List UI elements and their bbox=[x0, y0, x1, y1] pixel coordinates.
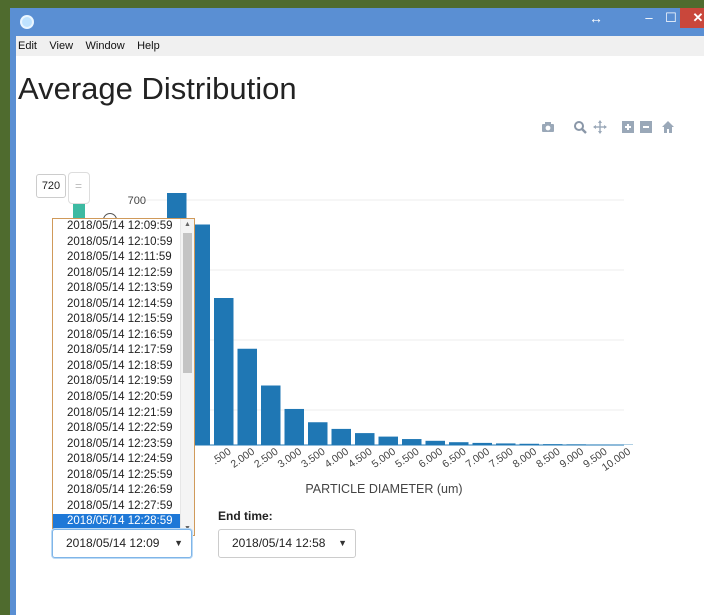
time-option[interactable]: 2018/05/14 12:12:59 bbox=[53, 266, 180, 282]
zoom-icon[interactable] bbox=[573, 120, 587, 134]
bar[interactable] bbox=[237, 348, 258, 445]
x-tick-label: 7.500 bbox=[487, 446, 516, 471]
x-tick-label: 9.000 bbox=[558, 446, 587, 471]
x-tick-label: 2.500 bbox=[252, 446, 281, 471]
bar[interactable] bbox=[355, 433, 375, 445]
zoom-in-icon[interactable] bbox=[621, 120, 635, 134]
time-option[interactable]: 2018/05/14 12:17:59 bbox=[53, 343, 180, 359]
x-tick-label: 4.500 bbox=[346, 446, 375, 471]
x-tick-label: 8.000 bbox=[511, 446, 540, 471]
time-option[interactable]: 2018/05/14 12:23:59 bbox=[53, 437, 180, 453]
time-option[interactable]: 2018/05/14 12:21:59 bbox=[53, 406, 180, 422]
bar[interactable] bbox=[378, 436, 399, 445]
bar[interactable] bbox=[402, 439, 422, 445]
time-option[interactable]: 2018/05/14 12:15:59 bbox=[53, 312, 180, 328]
slider-handle[interactable] bbox=[68, 172, 90, 204]
x-tick-label: 5.500 bbox=[393, 446, 422, 471]
bar[interactable] bbox=[284, 408, 305, 445]
close-button[interactable]: ✕ bbox=[680, 8, 704, 28]
time-option[interactable]: 2018/05/14 12:18:59 bbox=[53, 359, 180, 375]
end-time-select[interactable]: 2018/05/14 12:58 ▼ bbox=[218, 529, 356, 558]
time-options: 2018/05/14 12:09:59 2018/05/14 12:10:59 20… bbox=[53, 219, 180, 530]
end-time-value: 2018/05/14 12:58 bbox=[232, 536, 326, 550]
scroll-thumb[interactable] bbox=[183, 233, 192, 373]
x-tick-label: 5.000 bbox=[370, 446, 399, 471]
time-option[interactable]: 2018/05/14 12:22:59 bbox=[53, 421, 180, 437]
menu-edit[interactable]: Edit bbox=[16, 37, 41, 52]
x-tick-label: 6.000 bbox=[417, 446, 446, 471]
time-option[interactable]: 2018/05/14 12:20:59 bbox=[53, 390, 180, 406]
scroll-up-icon[interactable]: ▲ bbox=[184, 221, 191, 228]
y-tick-label: 700 bbox=[128, 195, 146, 207]
time-option[interactable]: 2018/05/14 12:27:59 bbox=[53, 499, 180, 515]
app-window: ↔ – ☐ ✕ Edit View Window Help Average Di… bbox=[10, 8, 704, 615]
time-option[interactable]: 2018/05/14 12:14:59 bbox=[53, 297, 180, 313]
x-tick-label: 7.000 bbox=[464, 446, 493, 471]
pan-icon[interactable] bbox=[593, 120, 607, 134]
chart-modebar bbox=[541, 120, 691, 136]
bar[interactable] bbox=[261, 385, 281, 446]
menu-window[interactable]: Window bbox=[82, 37, 129, 52]
time-option[interactable]: 2018/05/14 12:16:59 bbox=[53, 328, 180, 344]
start-time-value: 2018/05/14 12:09 bbox=[66, 536, 160, 550]
page-title: Average Distribution bbox=[18, 71, 297, 106]
bar[interactable] bbox=[425, 440, 446, 445]
end-time-label: End time: bbox=[218, 509, 273, 523]
x-tick-label: 2.000 bbox=[229, 446, 258, 471]
menu-help[interactable]: Help bbox=[133, 37, 164, 52]
time-option[interactable]: 2018/05/14 12:24:59 bbox=[53, 452, 180, 468]
x-tick-label: 3.000 bbox=[276, 446, 305, 471]
x-tick-label: 4.000 bbox=[323, 446, 352, 471]
menu-view[interactable]: View bbox=[45, 37, 77, 52]
interval-value-box[interactable]: 720 bbox=[36, 174, 66, 198]
x-tick-label: 6.500 bbox=[440, 446, 469, 471]
list-scrollbar[interactable]: ▲ ▼ bbox=[180, 219, 194, 535]
home-icon[interactable] bbox=[661, 120, 675, 134]
time-option[interactable]: 2018/05/14 12:10:59 bbox=[53, 235, 180, 251]
time-option[interactable]: 2018/05/14 12:19:59 bbox=[53, 374, 180, 390]
bar[interactable] bbox=[331, 428, 352, 445]
menu-bar: Edit View Window Help bbox=[16, 36, 704, 56]
time-option[interactable]: 2018/05/14 12:11:59 bbox=[53, 250, 180, 266]
minimize-button[interactable]: – bbox=[638, 8, 660, 28]
app-icon bbox=[20, 15, 34, 29]
chevron-down-icon: ▼ bbox=[338, 538, 347, 548]
time-option[interactable]: 2018/05/14 12:13:59 bbox=[53, 281, 180, 297]
x-tick-label: 3.500 bbox=[299, 446, 328, 471]
bar[interactable] bbox=[214, 298, 234, 445]
maximize-button[interactable]: ☐ bbox=[660, 8, 682, 28]
time-option[interactable]: 2018/05/14 12:25:59 bbox=[53, 468, 180, 484]
camera-icon[interactable] bbox=[541, 120, 555, 134]
x-tick-label: 8.500 bbox=[534, 446, 563, 471]
x-axis-title: PARTICLE DIAMETER (um) bbox=[305, 482, 462, 496]
resize-icon[interactable]: ↔ bbox=[586, 8, 606, 28]
start-time-select[interactable]: 2018/05/14 12:09 ▼ bbox=[52, 529, 192, 558]
time-option[interactable]: 2018/05/14 12:09:59 bbox=[53, 219, 180, 235]
time-option[interactable]: 2018/05/14 12:26:59 bbox=[53, 483, 180, 499]
zoom-out-icon[interactable] bbox=[639, 120, 653, 134]
start-time-dropdown-list[interactable]: 2018/05/14 12:09:59 2018/05/14 12:10:59 20… bbox=[52, 218, 195, 536]
bar[interactable] bbox=[308, 422, 328, 445]
title-bar[interactable]: ↔ – ☐ ✕ bbox=[16, 8, 704, 36]
time-option[interactable]: 2018/05/14 12:28:59 bbox=[53, 514, 180, 530]
chevron-down-icon: ▼ bbox=[174, 538, 183, 548]
